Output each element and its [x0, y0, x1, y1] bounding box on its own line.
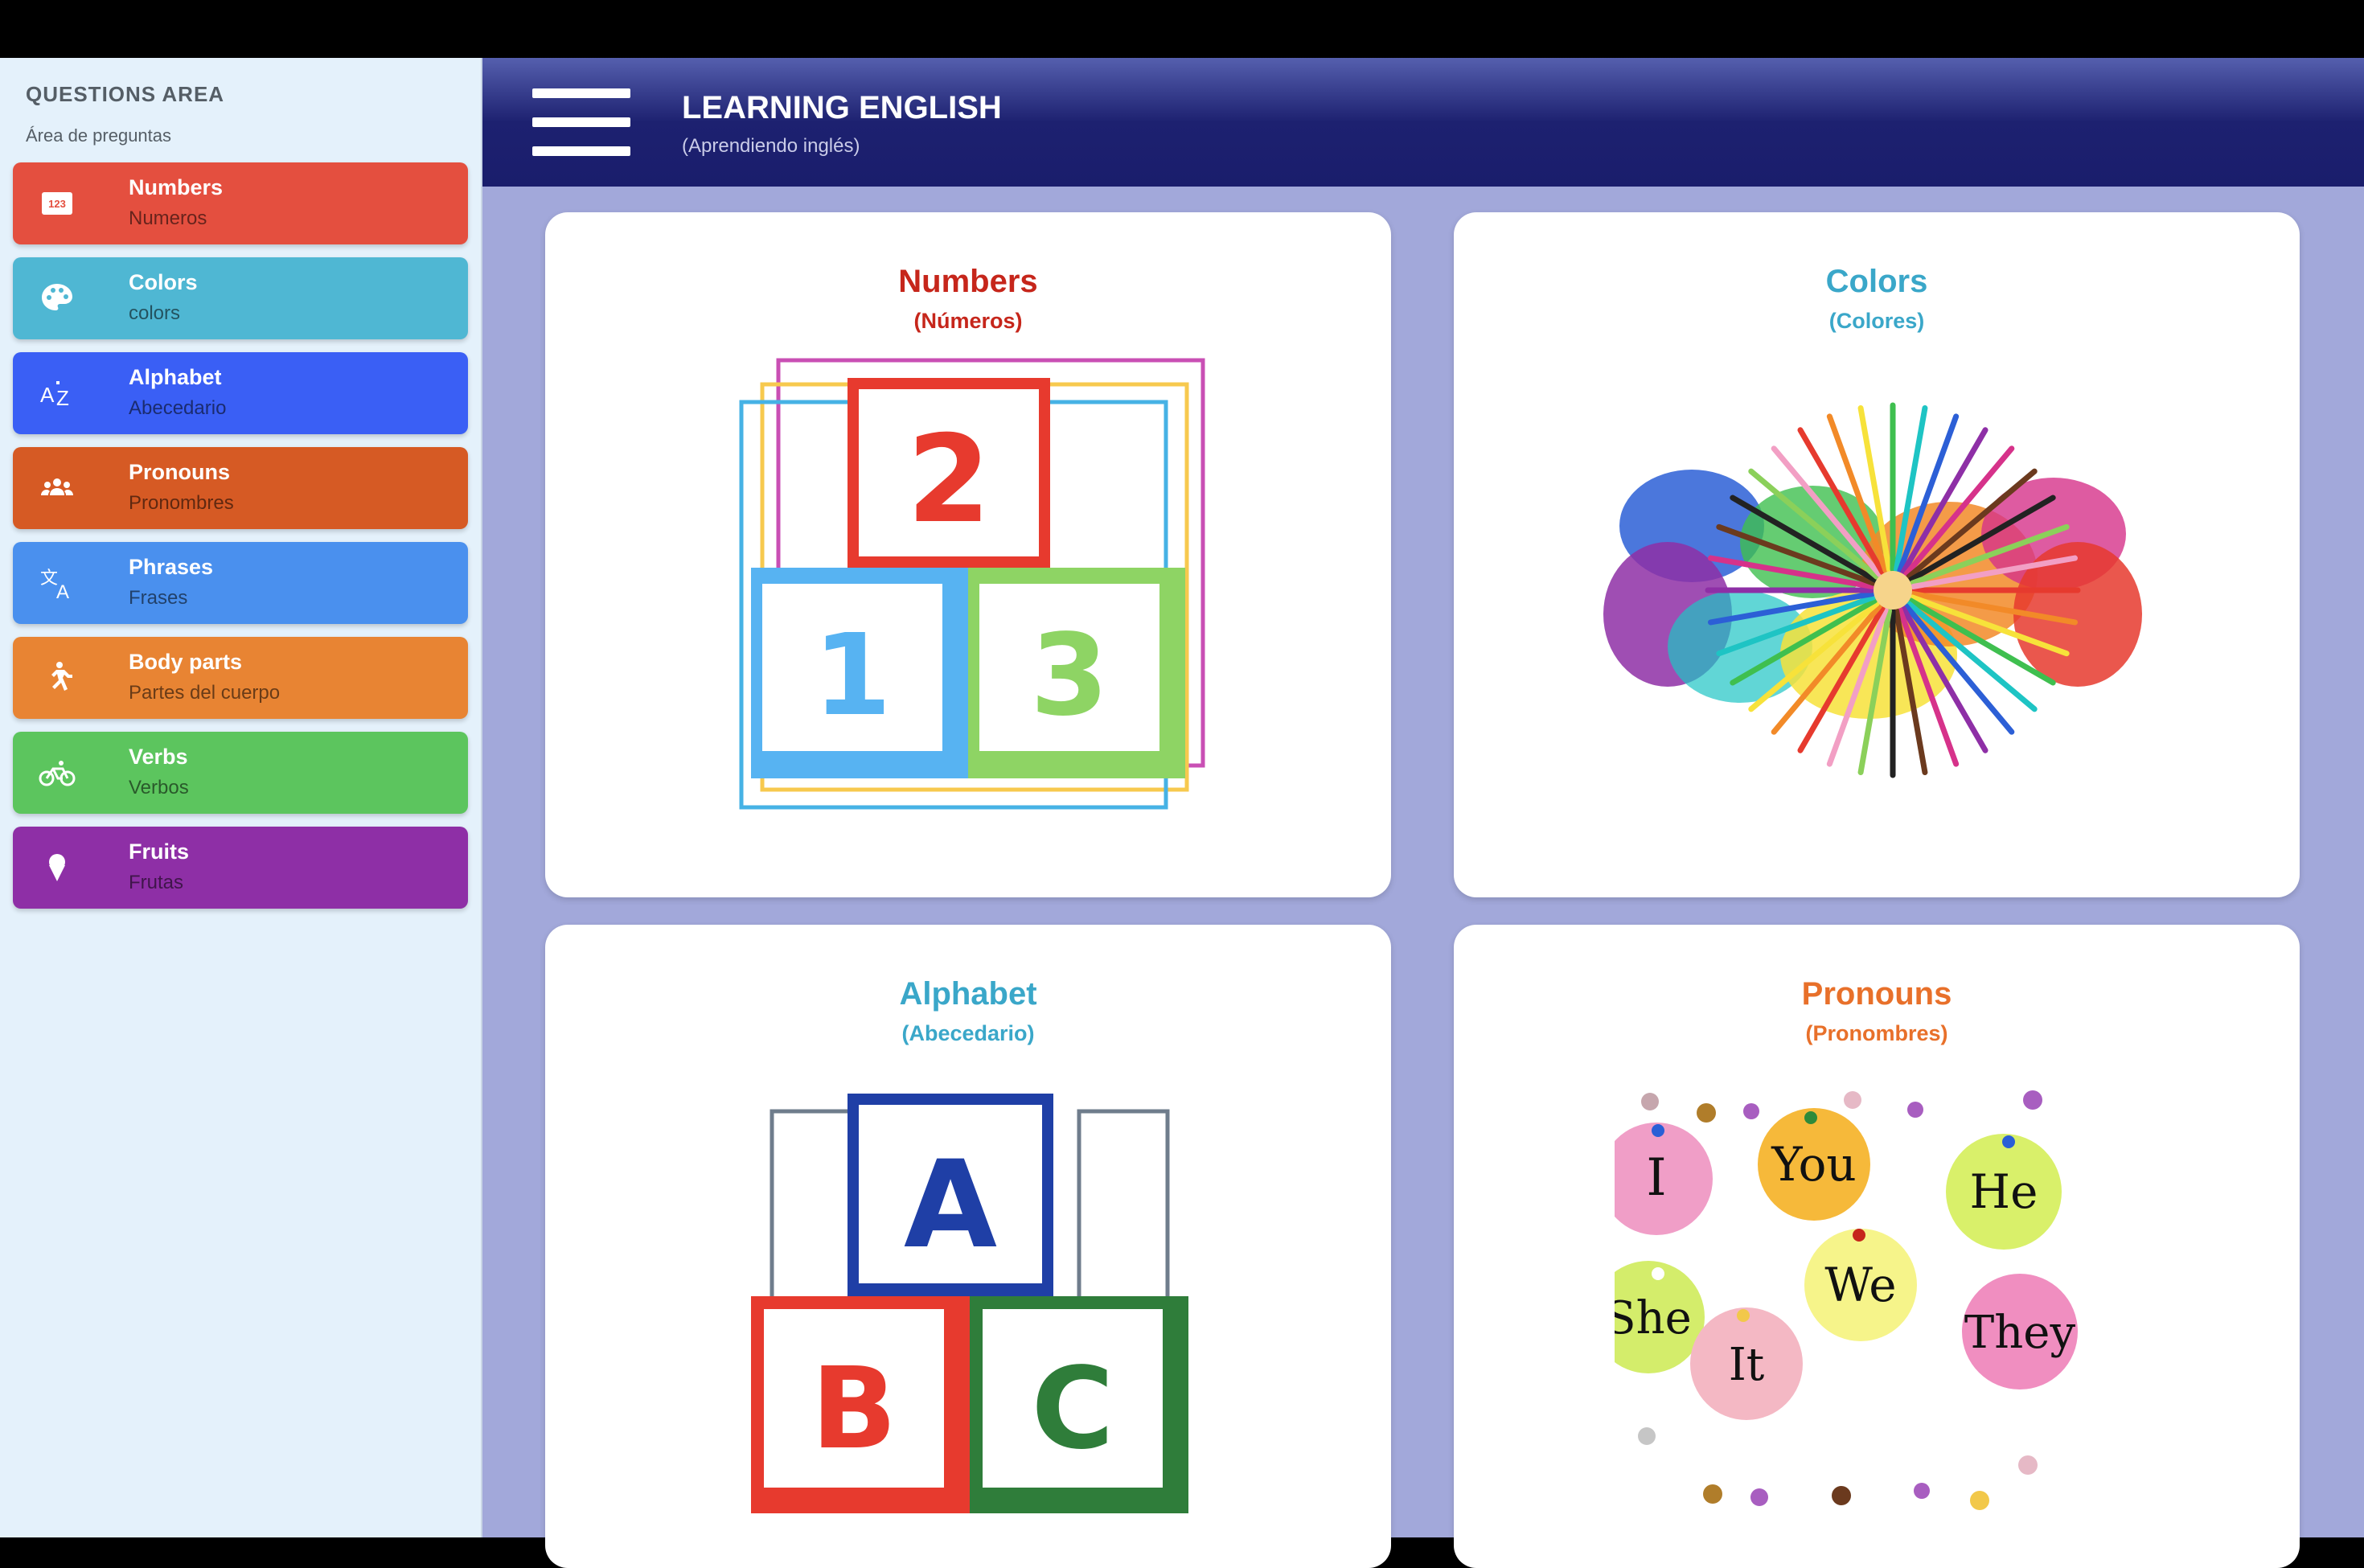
- card-title: Colors: [1825, 264, 1928, 299]
- card-pronouns[interactable]: Pronouns (Pronombres) I You He She We It…: [1454, 925, 2300, 1568]
- sidebar-item-label: Alphabet: [129, 365, 222, 389]
- colored-pencils-image: [1603, 402, 2142, 778]
- sidebar-item-fruits[interactable]: Fruits Frutas: [13, 827, 468, 909]
- sidebar-item-sublabel: colors: [129, 302, 181, 324]
- card-title: Alphabet: [899, 976, 1037, 1012]
- card-alphabet[interactable]: Alphabet (Abecedario) A B C: [545, 925, 1391, 1568]
- sidebar-item-label: Body parts: [129, 650, 243, 674]
- sidebar-item-label: Numbers: [129, 175, 224, 199]
- numbers-123-icon: 123: [42, 192, 72, 215]
- bicycle-icon: [39, 761, 76, 786]
- card-title: Pronouns: [1801, 976, 1952, 1012]
- sidebar-item-sublabel: Abecedario: [129, 397, 227, 419]
- running-person-icon: [51, 662, 72, 691]
- ice-cream-icon: [49, 854, 65, 881]
- pronoun-you: You: [1771, 1137, 1857, 1192]
- page-subtitle: (Aprendiendo inglés): [682, 135, 860, 157]
- sidebar-subtitle: Área de preguntas: [26, 125, 172, 146]
- pronoun-they: They: [1964, 1307, 2076, 1359]
- block-letter-a: A: [904, 1135, 997, 1275]
- block-number-2: 2: [907, 410, 991, 550]
- sidebar-item-label: Phrases: [129, 555, 214, 579]
- sidebar-item-alphabet[interactable]: A Z Alphabet Abecedario: [13, 352, 468, 434]
- sidebar-item-label: Colors: [129, 270, 198, 294]
- sidebar-title: QUESTIONS AREA: [26, 82, 225, 106]
- page-title: LEARNING ENGLISH: [682, 90, 1002, 125]
- block-number-3: 3: [1030, 610, 1108, 741]
- main-content: Numbers (Números) 2 1 3 Colors (Colores): [482, 187, 2364, 1568]
- sidebar-item-label: Fruits: [129, 839, 190, 864]
- sidebar-item-body-parts[interactable]: Body parts Partes del cuerpo: [13, 637, 468, 719]
- card-subtitle: (Pronombres): [1805, 1021, 1948, 1045]
- svg-text:Z: Z: [56, 386, 69, 410]
- sidebar-item-sublabel: Frutas: [129, 872, 184, 893]
- block-letter-c: C: [1032, 1344, 1114, 1475]
- card-subtitle: (Colores): [1828, 309, 1925, 333]
- window-top-bar: [0, 0, 2364, 58]
- sidebar-item-sublabel: Numeros: [129, 207, 207, 229]
- svg-text:123: 123: [48, 198, 66, 210]
- sidebar-item-sublabel: Frases: [129, 587, 188, 609]
- card-title: Numbers: [898, 264, 1038, 299]
- card-subtitle: (Abecedario): [901, 1021, 1035, 1045]
- card-numbers[interactable]: Numbers (Números) 2 1 3: [545, 212, 1391, 897]
- pronoun-i: I: [1646, 1148, 1666, 1208]
- questions-sidebar: QUESTIONS AREA Área de preguntas 123 Num…: [0, 58, 482, 1537]
- svg-text:文: 文: [40, 569, 58, 589]
- sidebar-item-colors[interactable]: Colors colors: [13, 257, 468, 339]
- sidebar-item-pronouns[interactable]: Pronouns Pronombres: [13, 447, 468, 529]
- sidebar-item-sublabel: Partes del cuerpo: [129, 682, 281, 704]
- hamburger-menu-icon[interactable]: [532, 88, 630, 156]
- sidebar-item-sublabel: Pronombres: [129, 492, 234, 514]
- number-blocks-image: 2 1 3: [739, 358, 1205, 810]
- group-icon: [41, 478, 73, 495]
- translate-icon: 文 A: [40, 569, 69, 601]
- sidebar-item-verbs[interactable]: Verbs Verbos: [13, 732, 468, 814]
- palette-icon: [42, 284, 72, 310]
- sidebar-item-phrases[interactable]: 文 A Phrases Frases: [13, 542, 468, 624]
- sidebar-item-numbers[interactable]: 123 Numbers Numeros: [13, 162, 468, 244]
- alphabet-blocks-image: A B C: [751, 1094, 1188, 1513]
- card-colors[interactable]: Colors (Colores): [1454, 212, 2300, 897]
- pronoun-he: He: [1970, 1164, 2038, 1219]
- pronoun-we: We: [1824, 1258, 1896, 1312]
- sidebar-item-label: Pronouns: [129, 460, 230, 484]
- svg-text:A: A: [56, 581, 69, 601]
- card-subtitle: (Números): [913, 309, 1023, 333]
- app-header: LEARNING ENGLISH (Aprendiendo inglés): [482, 58, 2364, 187]
- block-number-1: 1: [813, 610, 891, 741]
- block-letter-b: B: [811, 1344, 897, 1475]
- pronoun-it: It: [1729, 1339, 1765, 1391]
- sidebar-item-sublabel: Verbos: [129, 777, 189, 798]
- sidebar-item-label: Verbs: [129, 745, 188, 769]
- sort-alpha-icon: A Z: [40, 381, 69, 410]
- pronoun-she: She: [1615, 1292, 1692, 1344]
- pronoun-bubbles-image: I You He She We It They: [1615, 1090, 2078, 1510]
- svg-text:A: A: [40, 383, 55, 407]
